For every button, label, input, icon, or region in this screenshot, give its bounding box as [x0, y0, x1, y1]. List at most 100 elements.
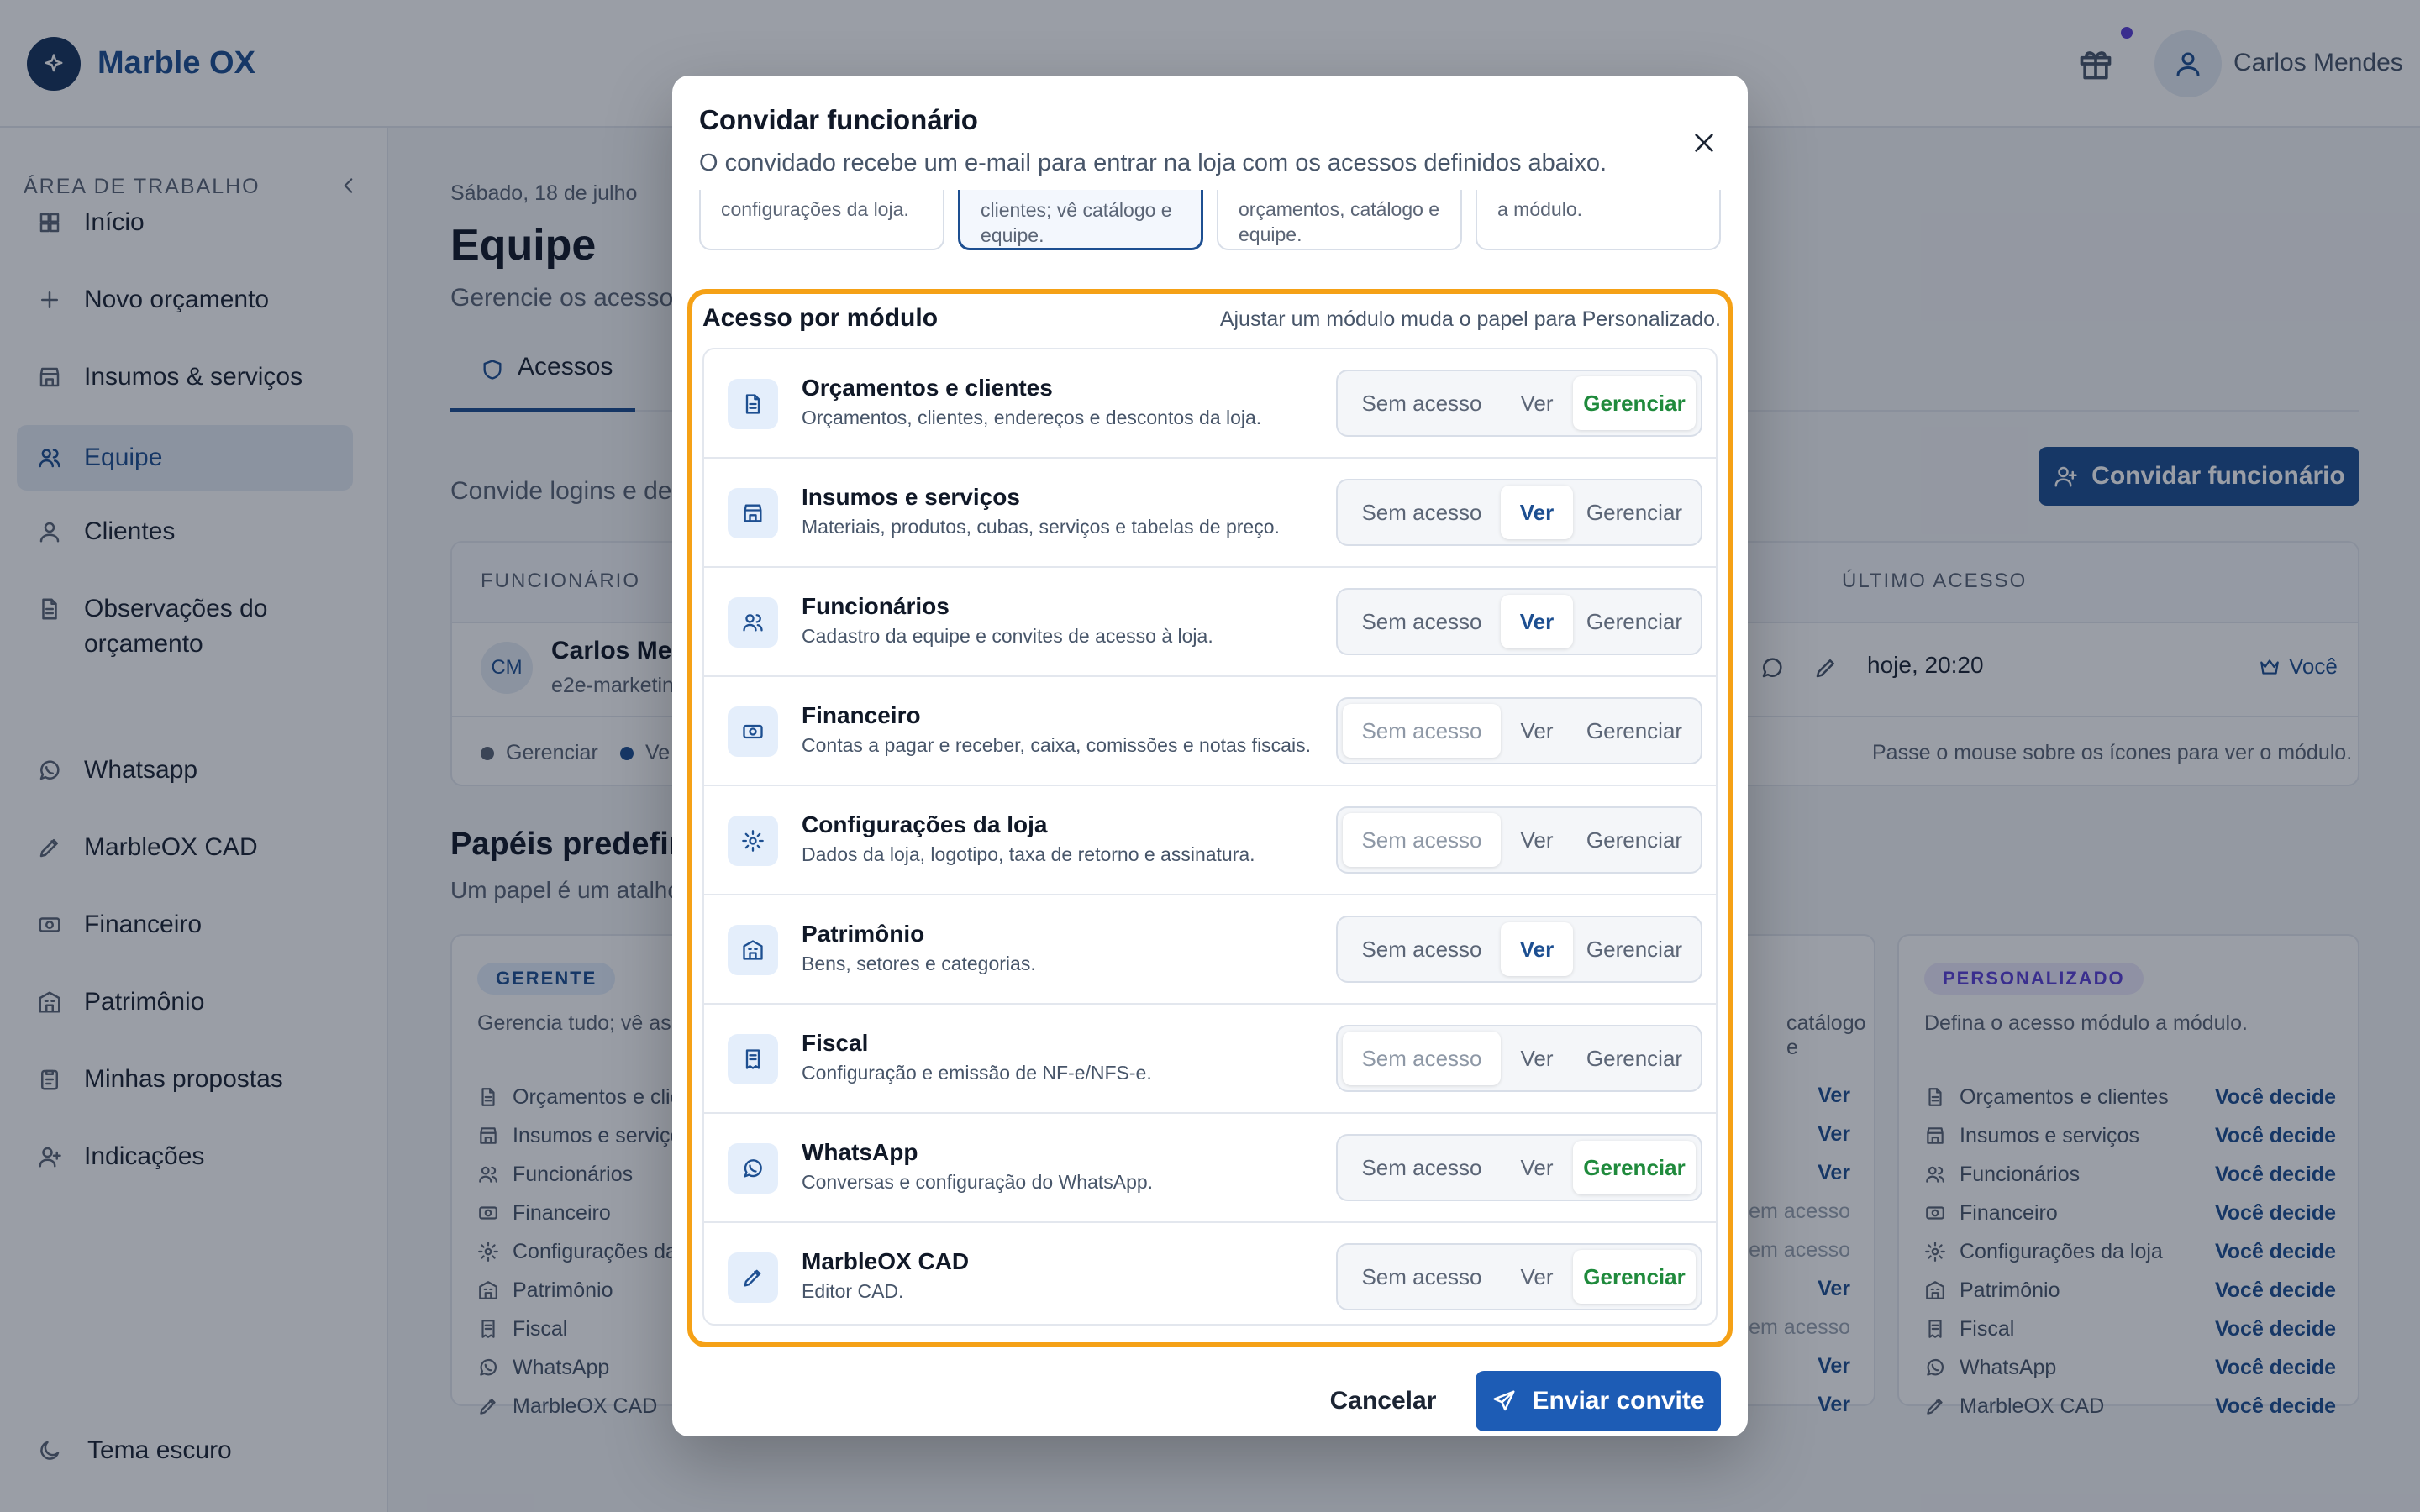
- module-name: Orçamentos e clientes: [802, 375, 1053, 401]
- module-row: Orçamentos e clientes Orçamentos, cliente…: [704, 349, 1716, 459]
- access-level-selector: Sem acesso Ver Gerenciar: [1336, 588, 1702, 655]
- access-level-selector: Sem acesso Ver Gerenciar: [1336, 479, 1702, 546]
- module-name: MarbleOX CAD: [802, 1248, 970, 1274]
- access-option-manage[interactable]: Gerenciar: [1573, 813, 1696, 867]
- role-preset-card[interactable]: orçamentos, catálogo e equipe.: [1217, 190, 1462, 250]
- role-preset-card-selected[interactable]: clientes; vê catálogo e equipe.: [958, 190, 1203, 250]
- module-row: Funcionários Cadastro da equipe e convite…: [704, 568, 1716, 677]
- modal-description: O convidado recebe um e-mail para entrar…: [699, 150, 1607, 176]
- module-name: Patrimônio: [802, 921, 925, 947]
- access-level-selector: Sem acesso Ver Gerenciar: [1336, 806, 1702, 874]
- access-option-none[interactable]: Sem acesso: [1343, 813, 1501, 867]
- access-option-manage[interactable]: Gerenciar: [1573, 704, 1696, 758]
- access-option-none[interactable]: Sem acesso: [1343, 376, 1501, 430]
- invite-modal: Convidar funcionário O convidado recebe …: [672, 76, 1748, 1436]
- module-description: Orçamentos, clientes, endereços e descon…: [802, 407, 1262, 428]
- access-option-none[interactable]: Sem acesso: [1343, 1141, 1501, 1194]
- module-description: Contas a pagar e receber, caixa, comissõ…: [802, 734, 1311, 756]
- module-name: Financeiro: [802, 702, 921, 728]
- module-description: Configuração e emissão de NF-e/NFS-e.: [802, 1062, 1152, 1084]
- access-option-none[interactable]: Sem acesso: [1343, 486, 1501, 539]
- access-level-selector: Sem acesso Ver Gerenciar: [1336, 1243, 1702, 1310]
- module-icon-tile: [728, 1143, 778, 1194]
- access-option-view[interactable]: Ver: [1501, 813, 1573, 867]
- send-invite-label: Enviar convite: [1532, 1387, 1705, 1415]
- module-icon-tile: [728, 925, 778, 975]
- module-access-title: Acesso por módulo: [702, 304, 939, 332]
- access-option-view[interactable]: Ver: [1501, 922, 1573, 976]
- access-option-manage[interactable]: Gerenciar: [1573, 376, 1696, 430]
- preset-text: orçamentos, catálogo e equipe.: [1239, 198, 1440, 245]
- access-level-selector: Sem acesso Ver Gerenciar: [1336, 697, 1702, 764]
- access-option-manage[interactable]: Gerenciar: [1573, 1032, 1696, 1085]
- module-row: Fiscal Configuração e emissão de NF-e/NFS…: [704, 1005, 1716, 1114]
- access-option-none[interactable]: Sem acesso: [1343, 922, 1501, 976]
- module-description: Bens, setores e categorias.: [802, 953, 1036, 974]
- cash-icon: [741, 720, 765, 743]
- access-option-none[interactable]: Sem acesso: [1343, 1250, 1501, 1304]
- module-icon-tile: [728, 1252, 778, 1303]
- receipt-icon: [741, 1047, 765, 1071]
- access-option-none[interactable]: Sem acesso: [1343, 1032, 1501, 1085]
- close-icon[interactable]: [1691, 129, 1718, 156]
- module-name: WhatsApp: [802, 1139, 918, 1165]
- module-row: Configurações da loja Dados da loja, logo…: [704, 786, 1716, 895]
- access-option-view[interactable]: Ver: [1501, 595, 1573, 648]
- module-icon-tile: [728, 488, 778, 538]
- send-invite-button[interactable]: Enviar convite: [1476, 1371, 1721, 1431]
- module-row: Patrimônio Bens, setores e categorias. Sem…: [704, 895, 1716, 1005]
- module-description: Cadastro da equipe e convites de acesso …: [802, 625, 1213, 647]
- access-option-view[interactable]: Ver: [1501, 376, 1573, 430]
- access-option-view[interactable]: Ver: [1501, 704, 1573, 758]
- role-preset-list: configurações da loja. clientes; vê catá…: [672, 190, 1748, 260]
- access-option-manage[interactable]: Gerenciar: [1573, 1141, 1696, 1194]
- store-icon: [741, 501, 765, 525]
- module-row: MarbleOX CAD Editor CAD. Sem acesso Ver Gere…: [704, 1223, 1716, 1324]
- access-option-none[interactable]: Sem acesso: [1343, 704, 1501, 758]
- users-icon: [741, 611, 765, 634]
- module-name: Insumos e serviços: [802, 484, 1020, 510]
- role-preset-card[interactable]: configurações da loja.: [699, 190, 944, 250]
- preset-text: a módulo.: [1497, 198, 1583, 220]
- module-row: Financeiro Contas a pagar e receber, caix…: [704, 677, 1716, 786]
- access-level-selector: Sem acesso Ver Gerenciar: [1336, 370, 1702, 437]
- access-option-manage[interactable]: Gerenciar: [1573, 1250, 1696, 1304]
- role-preset-card[interactable]: a módulo.: [1476, 190, 1721, 250]
- module-description: Dados da loja, logotipo, taxa de retorno…: [802, 843, 1255, 865]
- access-option-view[interactable]: Ver: [1501, 1032, 1573, 1085]
- module-access-hint: Ajustar um módulo muda o papel para Pers…: [1219, 307, 1721, 331]
- module-list: Orçamentos e clientes Orçamentos, cliente…: [702, 348, 1718, 1326]
- access-option-none[interactable]: Sem acesso: [1343, 595, 1501, 648]
- modal-footer: Cancelar Enviar convite: [672, 1356, 1748, 1436]
- access-option-manage[interactable]: Gerenciar: [1573, 595, 1696, 648]
- modal-title: Convidar funcionário: [699, 104, 978, 135]
- module-name: Fiscal: [802, 1030, 869, 1056]
- building-icon: [741, 938, 765, 962]
- module-icon-tile: [728, 1034, 778, 1084]
- module-icon-tile: [728, 379, 778, 429]
- module-row: WhatsApp Conversas e configuração do What…: [704, 1114, 1716, 1223]
- module-icon-tile: [728, 597, 778, 648]
- gear-icon: [741, 829, 765, 853]
- whatsapp-icon: [741, 1157, 765, 1180]
- module-access-panel: Acesso por módulo Ajustar um módulo muda…: [687, 289, 1733, 1347]
- module-icon-tile: [728, 706, 778, 757]
- module-name: Funcionários: [802, 593, 950, 619]
- access-option-view[interactable]: Ver: [1501, 1250, 1573, 1304]
- module-name: Configurações da loja: [802, 811, 1048, 837]
- access-level-selector: Sem acesso Ver Gerenciar: [1336, 1134, 1702, 1201]
- preset-text: configurações da loja.: [721, 198, 909, 220]
- cancel-button[interactable]: Cancelar: [1314, 1371, 1452, 1431]
- module-description: Editor CAD.: [802, 1280, 904, 1302]
- access-option-view[interactable]: Ver: [1501, 1141, 1573, 1194]
- access-level-selector: Sem acesso Ver Gerenciar: [1336, 916, 1702, 983]
- access-option-manage[interactable]: Gerenciar: [1573, 922, 1696, 976]
- module-row: Insumos e serviços Materiais, produtos, c…: [704, 459, 1716, 568]
- module-icon-tile: [728, 816, 778, 866]
- access-option-view[interactable]: Ver: [1501, 486, 1573, 539]
- access-option-manage[interactable]: Gerenciar: [1573, 486, 1696, 539]
- document-icon: [741, 392, 765, 416]
- pencil-icon: [741, 1266, 765, 1289]
- preset-text: clientes; vê catálogo e equipe.: [981, 199, 1172, 246]
- module-description: Materiais, produtos, cubas, serviços e t…: [802, 516, 1280, 538]
